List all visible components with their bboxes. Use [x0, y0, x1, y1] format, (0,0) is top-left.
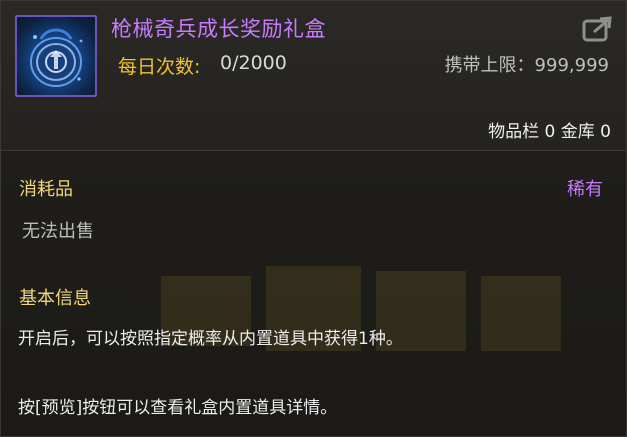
item-category: 消耗品 [19, 179, 73, 200]
basic-info-title: 基本信息 [19, 288, 91, 309]
item-rarity: 稀有 [567, 179, 603, 200]
daily-count-label: 每日次数: [118, 56, 201, 78]
description-line: 按[预览]按钮可以查看礼盒内置道具详情。 [18, 398, 338, 418]
share-icon [582, 16, 612, 42]
daily-count-value: 0/2000 [220, 52, 287, 74]
carry-limit: 携带上限：999,999 [444, 55, 609, 76]
item-tooltip: 枪械奇兵成长奖励礼盒 每日次数: 0/2000 携带上限：999,999 物品栏… [0, 0, 627, 437]
storage-counts: 物品栏 0 金库 0 [488, 122, 611, 142]
gift-pouch-icon [15, 15, 97, 97]
tooltip-header: 枪械奇兵成长奖励礼盒 每日次数: 0/2000 携带上限：999,999 物品栏… [1, 1, 626, 151]
share-button[interactable] [581, 15, 615, 43]
item-name: 枪械奇兵成长奖励礼盒 [111, 17, 326, 41]
background-watermark [151, 256, 571, 366]
trade-status: 无法出售 [22, 221, 94, 242]
description-line: 开启后，可以按照指定概率从内置道具中获得1种。 [18, 329, 403, 349]
